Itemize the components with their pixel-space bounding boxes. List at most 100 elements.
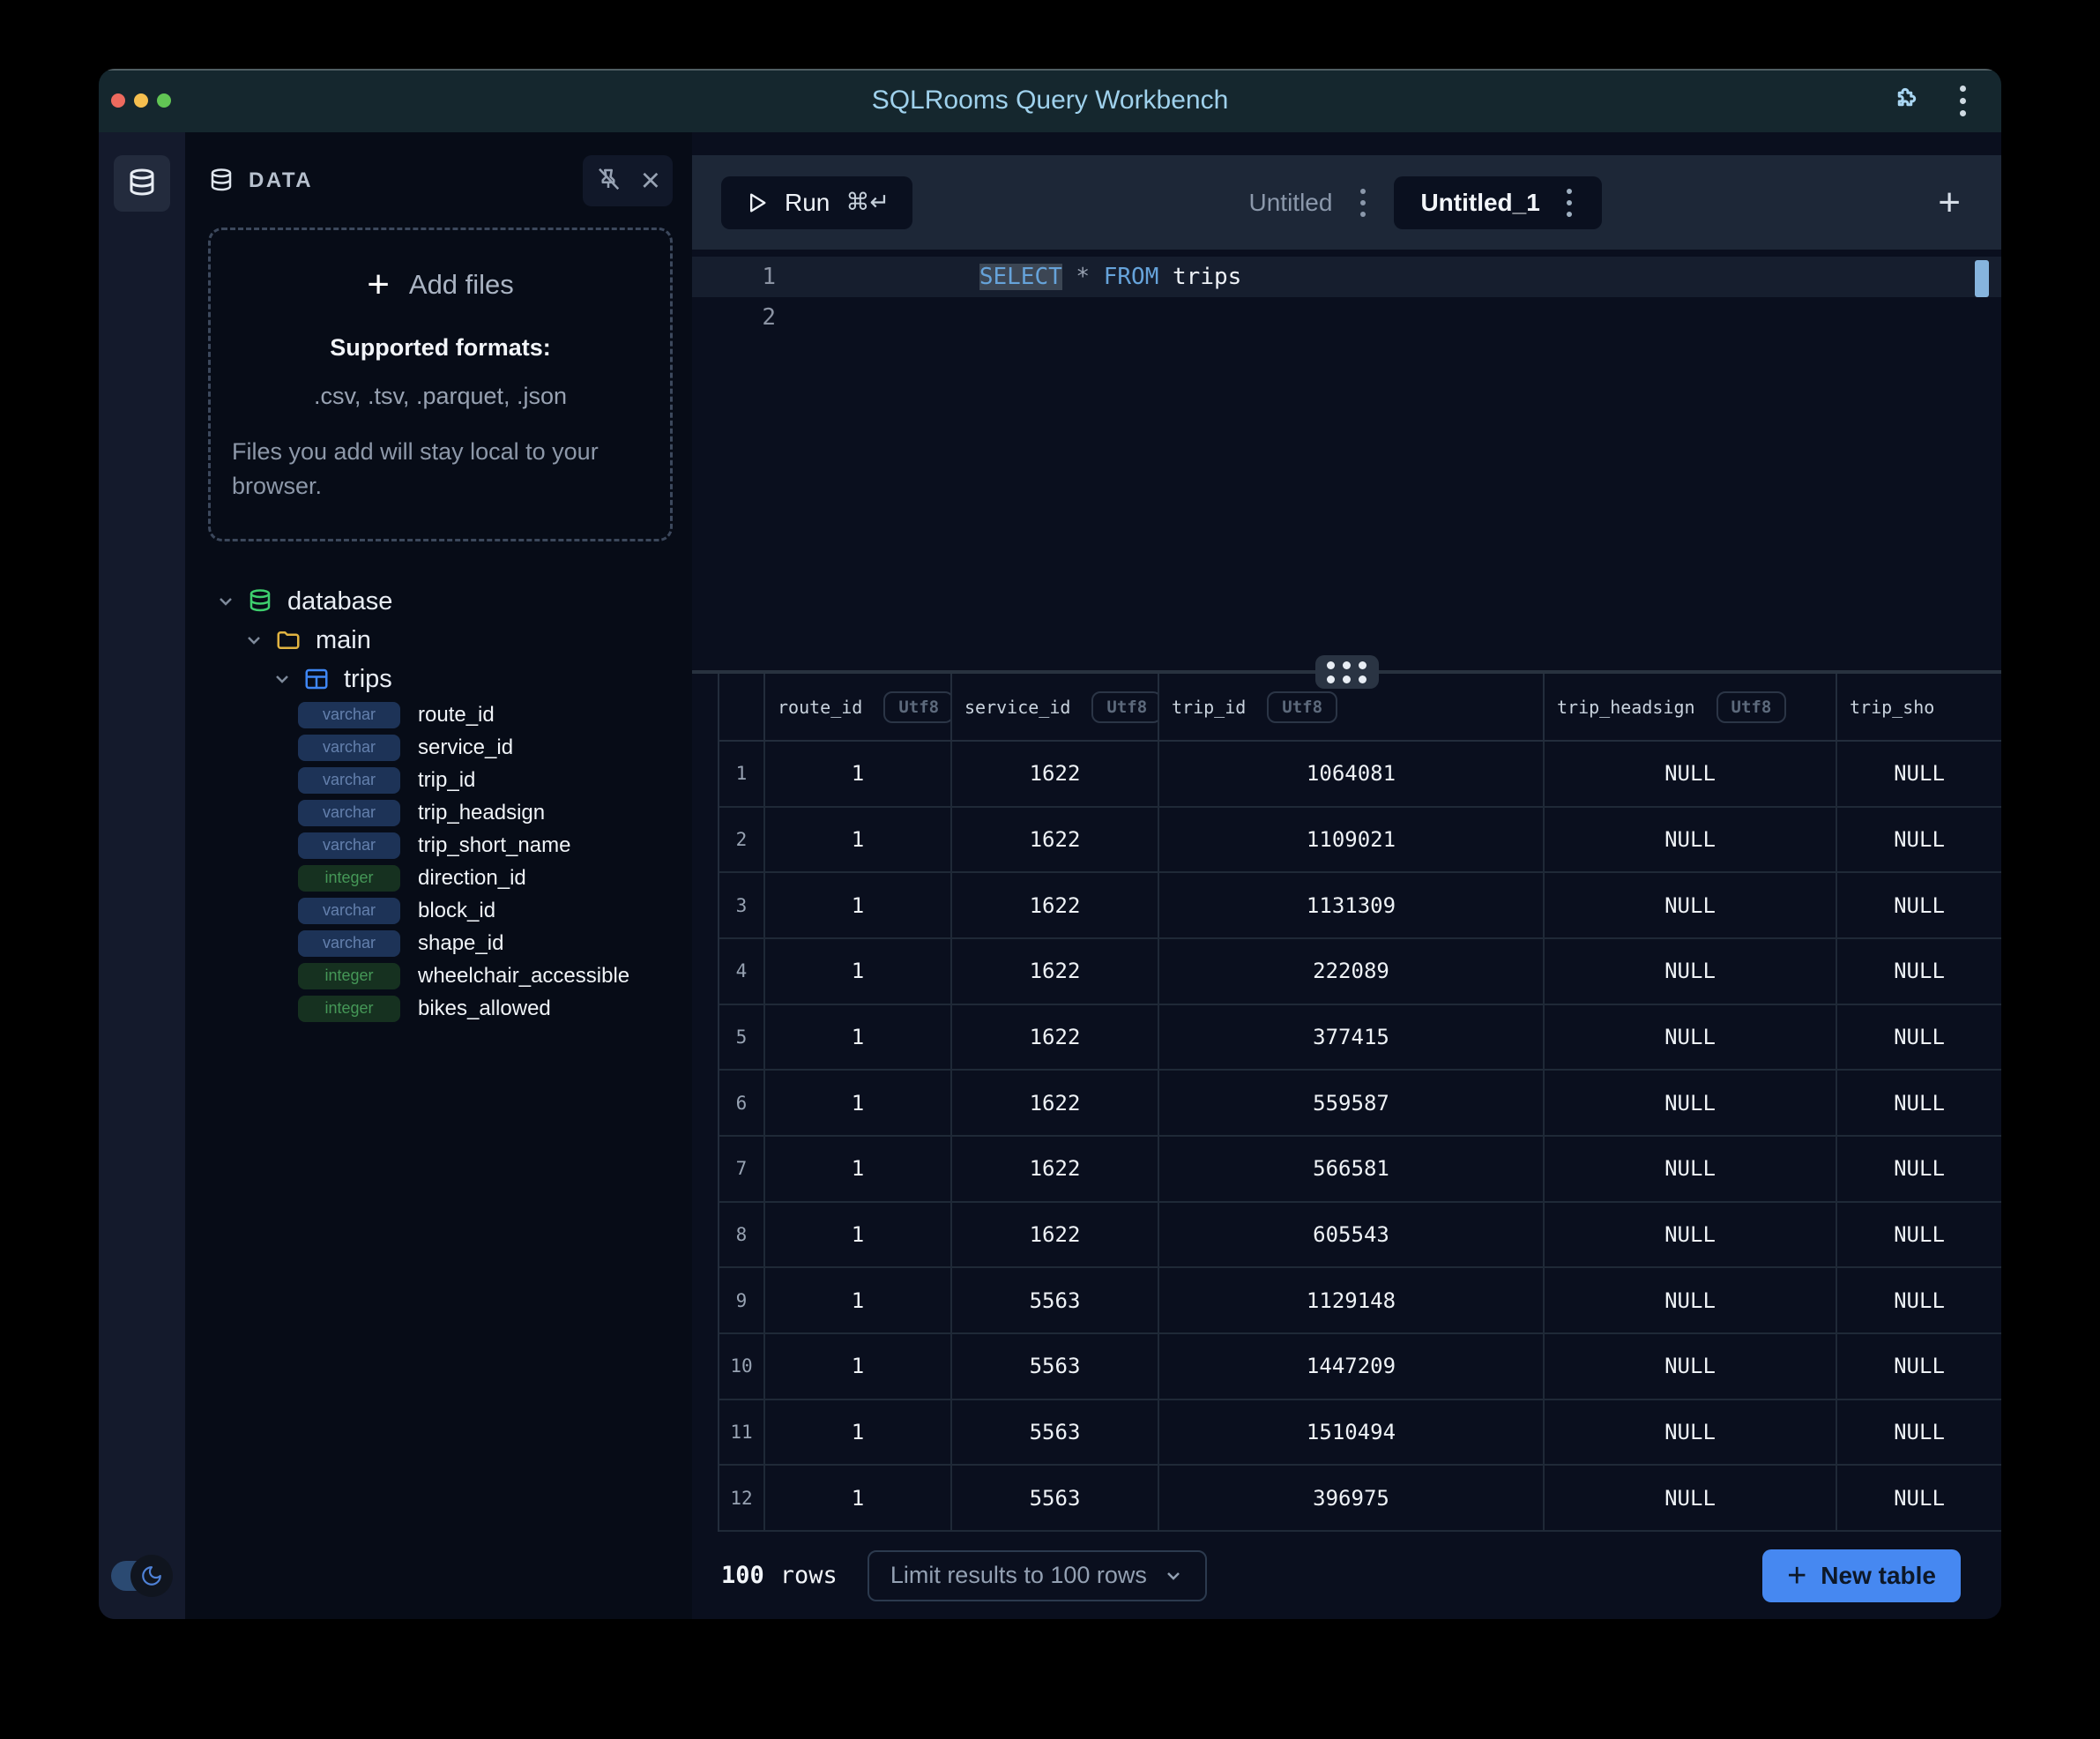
table-row[interactable]: 711622566581NULLNULL: [719, 1137, 2001, 1203]
table-cell: 1447209: [1159, 1334, 1545, 1399]
results-footer: 100 rows Limit results to 100 rows + New…: [692, 1532, 2001, 1619]
column-header-route_id[interactable]: route_idUtf8: [765, 674, 952, 740]
tree-column-bikes_allowed[interactable]: integerbikes_allowed: [208, 992, 673, 1025]
row-number: 6: [719, 1071, 765, 1135]
chevron-down-icon: [215, 591, 236, 612]
tab-untitled-1-active[interactable]: Untitled_1: [1394, 176, 1601, 229]
table-cell: 1: [765, 1400, 952, 1465]
column-type-badge: varchar: [298, 930, 400, 957]
tree-column-trip_short_name[interactable]: varchartrip_short_name: [208, 829, 673, 862]
table-cell: 5563: [952, 1268, 1159, 1332]
column-type-badge: Utf8: [883, 691, 952, 723]
tree-column-shape_id[interactable]: varchar shape_id: [208, 927, 673, 959]
moon-icon: [140, 1564, 163, 1587]
table-row[interactable]: 1116221064081NULLNULL: [719, 742, 2001, 808]
new-table-button[interactable]: + New table: [1762, 1549, 1961, 1602]
tab-untitled[interactable]: Untitled: [1249, 189, 1333, 217]
table-cell: 1: [765, 742, 952, 806]
sql-editor[interactable]: 1 SELECT * FROM trips 2: [692, 250, 2001, 670]
table-row[interactable]: 1215563396975NULLNULL: [719, 1466, 2001, 1532]
database-icon: [126, 168, 158, 199]
table-row[interactable]: 3116221131309NULLNULL: [719, 873, 2001, 939]
plus-icon: +: [367, 265, 390, 304]
row-number: 9: [719, 1268, 765, 1332]
editor-line-1[interactable]: 1 SELECT * FROM trips: [692, 257, 2001, 297]
table-cell: 1: [765, 1137, 952, 1201]
run-query-button[interactable]: Run ⌘↵: [721, 176, 912, 229]
drag-handle-icon[interactable]: [1315, 655, 1379, 689]
sql-operator: *: [1062, 264, 1104, 290]
close-panel-icon[interactable]: ×: [641, 164, 660, 198]
column-name: service_id: [418, 735, 513, 760]
unpin-panel-icon[interactable]: [595, 166, 622, 197]
zoom-window-button[interactable]: [157, 93, 171, 108]
table-row[interactable]: 11155631510494NULLNULL: [719, 1400, 2001, 1467]
traffic-lights: [111, 93, 171, 108]
table-cell: NULL: [1545, 1268, 1837, 1332]
column-header-trip_headsign[interactable]: trip_headsignUtf8: [1545, 674, 1837, 740]
dark-mode-toggle[interactable]: [111, 1561, 166, 1591]
table-cell: 5563: [952, 1466, 1159, 1530]
row-number: 3: [719, 873, 765, 937]
minimize-window-button[interactable]: [134, 93, 148, 108]
sql-keyword-from: FROM: [1104, 264, 1173, 290]
table-row[interactable]: 10155631447209NULLNULL: [719, 1334, 2001, 1400]
close-window-button[interactable]: [111, 93, 125, 108]
data-panel-rail-button[interactable]: [114, 155, 170, 212]
table-cell: NULL: [1545, 1334, 1837, 1399]
table-row[interactable]: 811622605543NULLNULL: [719, 1203, 2001, 1269]
column-name: trip_headsign: [418, 801, 545, 825]
table-cell: 1622: [952, 1137, 1159, 1201]
tree-column-trip_headsign[interactable]: varchartrip_headsign: [208, 796, 673, 829]
column-name: shape_id: [418, 931, 503, 956]
row-number: 12: [719, 1466, 765, 1530]
table-cell: NULL: [1837, 1137, 2001, 1201]
play-icon: [744, 190, 769, 215]
table-cell: 377415: [1159, 1005, 1545, 1070]
table-cell: 1109021: [1159, 808, 1545, 872]
tree-node-table-trips[interactable]: trips: [208, 660, 673, 698]
tab-menu-icon[interactable]: [1357, 185, 1369, 220]
table-row[interactable]: 411622222089NULLNULL: [719, 939, 2001, 1005]
tree-column-service_id[interactable]: varcharservice_id: [208, 731, 673, 764]
table-row[interactable]: 511622377415NULLNULL: [719, 1005, 2001, 1071]
table-cell: 1622: [952, 1071, 1159, 1135]
tree-column-direction_id[interactable]: integerdirection_id: [208, 862, 673, 894]
tree-column-wheelchair_accessible[interactable]: integerwheelchair_accessible: [208, 959, 673, 992]
tree-node-schema-main[interactable]: main: [208, 621, 673, 660]
column-header-trip_sho[interactable]: trip_sho: [1837, 674, 2001, 740]
sql-identifier-trips: trips: [1173, 264, 1241, 290]
table-row[interactable]: 9155631129148NULLNULL: [719, 1268, 2001, 1334]
table-cell: NULL: [1837, 1400, 2001, 1465]
extension-puzzle-icon[interactable]: [1889, 83, 1921, 119]
table-cell: 1: [765, 1466, 952, 1530]
tree-column-trip_id[interactable]: varchartrip_id: [208, 764, 673, 796]
panel-resize-divider[interactable]: [692, 670, 2001, 674]
column-type-badge: varchar: [298, 832, 400, 859]
table-cell: 1622: [952, 1203, 1159, 1267]
table-cell: 1622: [952, 808, 1159, 872]
table-cell: 1: [765, 873, 952, 937]
tree-node-label: main: [316, 626, 371, 655]
table-cell: 396975: [1159, 1466, 1545, 1530]
row-count-label: rows: [780, 1562, 838, 1589]
table-cell: 1: [765, 808, 952, 872]
editor-scrollbar-thumb[interactable]: [1975, 260, 1989, 297]
tree-node-database[interactable]: database: [208, 582, 673, 621]
database-icon: [247, 588, 273, 615]
tree-column-block_id[interactable]: varcharblock_id: [208, 894, 673, 927]
tree-column-route_id[interactable]: varcharroute_id: [208, 698, 673, 731]
column-header-service_id[interactable]: service_idUtf8: [952, 674, 1159, 740]
add-files-dropzone[interactable]: + Add files Supported formats: .csv, .ts…: [208, 228, 673, 541]
table-cell: 1: [765, 939, 952, 1004]
column-name: wheelchair_accessible: [418, 964, 629, 989]
table-row[interactable]: 611622559587NULLNULL: [719, 1071, 2001, 1137]
tab-menu-icon[interactable]: [1563, 185, 1575, 220]
row-number: 4: [719, 939, 765, 1004]
table-row[interactable]: 2116221109021NULLNULL: [719, 808, 2001, 874]
window-menu-icon[interactable]: [1956, 82, 1970, 120]
limit-results-dropdown[interactable]: Limit results to 100 rows: [868, 1550, 1207, 1601]
table-cell: NULL: [1545, 808, 1837, 872]
table-cell: 1: [765, 1334, 952, 1399]
new-tab-plus-icon[interactable]: +: [1938, 183, 1961, 222]
